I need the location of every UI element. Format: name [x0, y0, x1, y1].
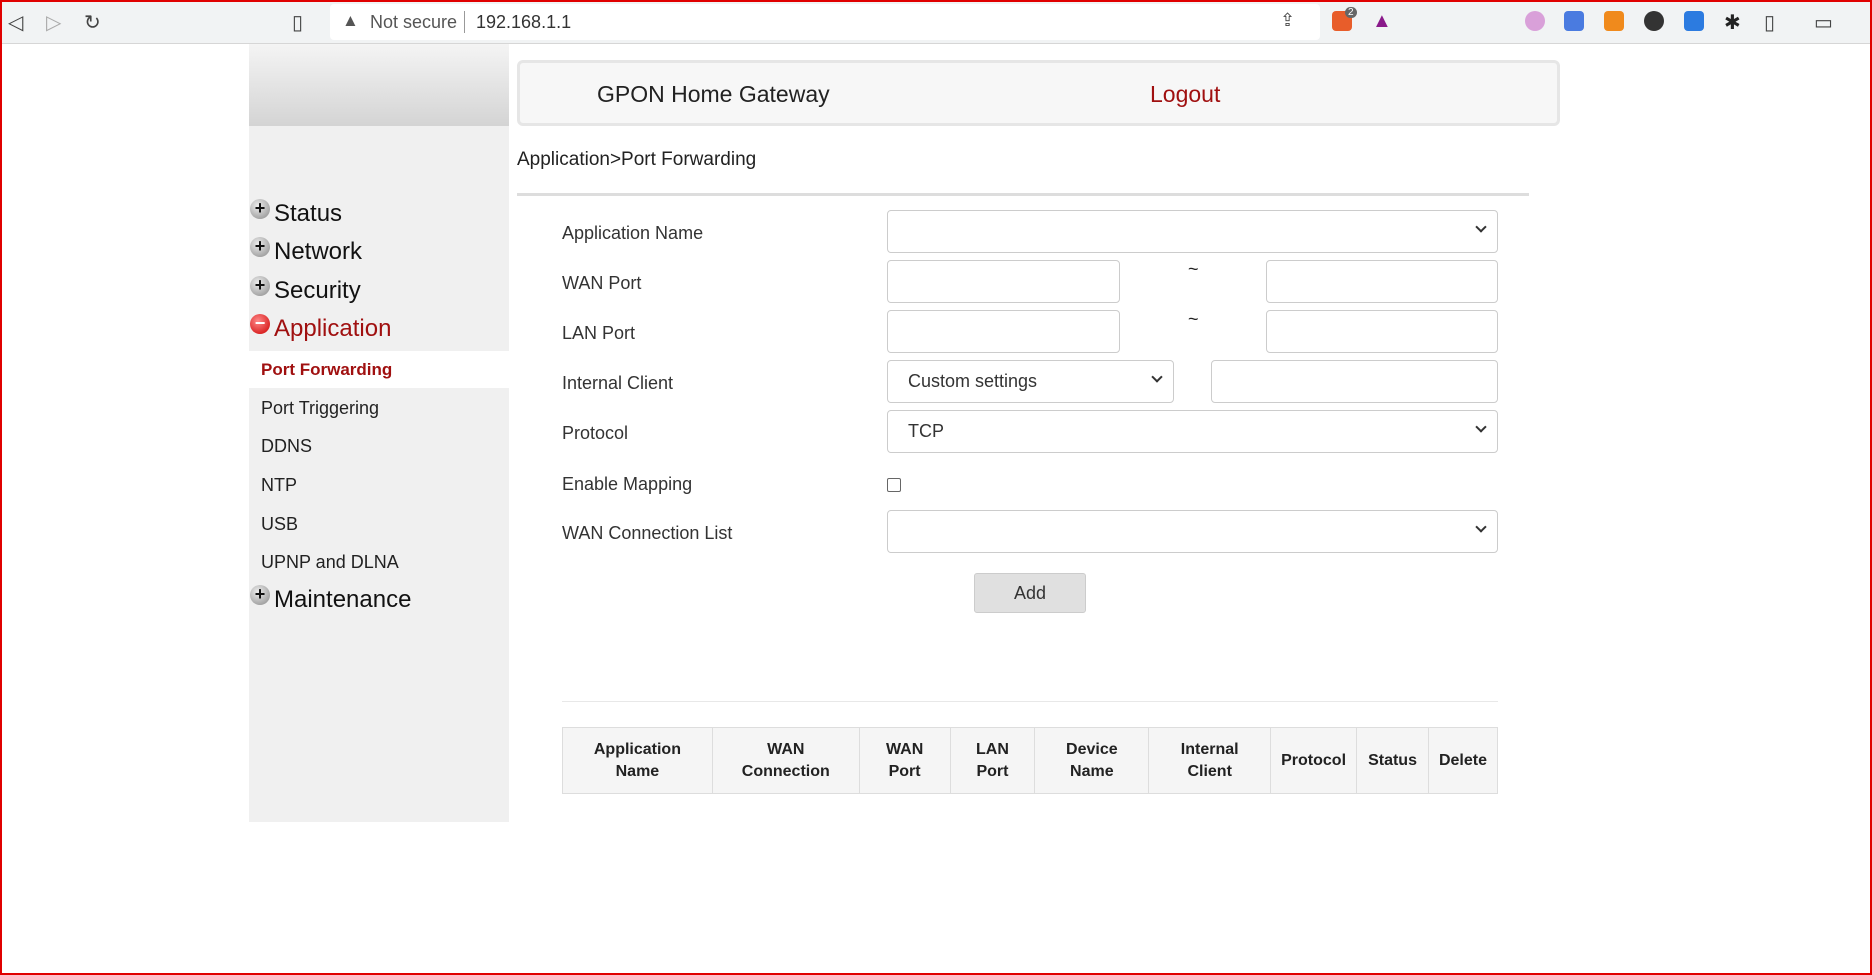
protocol-select[interactable]: TCP	[887, 410, 1498, 453]
sidebar-item-usb[interactable]: USB	[261, 514, 298, 535]
minus-icon: −	[250, 314, 270, 334]
range-separator: ~	[1188, 309, 1199, 329]
port-forwarding-table: Application Name WAN Connection WAN Port LA…	[562, 727, 1499, 794]
translate-icon[interactable]	[1564, 11, 1584, 31]
forward-icon[interactable]: ▷	[46, 10, 61, 35]
wan-port-start-input[interactable]	[887, 260, 1120, 303]
url-text: 192.168.1.1	[476, 12, 572, 32]
internal-client-select[interactable]: Custom settings	[887, 360, 1174, 403]
wan-connection-list-select[interactable]	[887, 510, 1498, 553]
table-header-row: Application Name WAN Connection WAN Port LA…	[562, 727, 1499, 794]
extension-icon[interactable]	[1525, 11, 1545, 31]
enable-mapping-checkbox[interactable]	[887, 478, 901, 492]
enable-mapping-label: Enable Mapping	[562, 474, 693, 494]
range-separator: ~	[1188, 259, 1199, 279]
col-wan-port: WAN Port	[858, 727, 951, 794]
lan-port-end-input[interactable]	[1266, 310, 1498, 353]
col-delete: Delete	[1427, 727, 1499, 794]
sidebar-item-port-forwarding[interactable]: Port Forwarding	[261, 360, 392, 380]
plus-icon: +	[250, 276, 270, 296]
share-icon[interactable]: ⇪	[1280, 10, 1295, 31]
col-protocol: Protocol	[1270, 727, 1358, 794]
col-application-name: Application Name	[562, 727, 713, 794]
menu-network[interactable]: + Network	[250, 237, 363, 266]
protocol-label: Protocol	[562, 423, 629, 443]
page-header: GPON Home Gateway Logout	[517, 60, 1560, 126]
col-status: Status	[1356, 727, 1429, 794]
bookmark-icon[interactable]: ▯	[292, 10, 303, 35]
wallet-icon[interactable]: ▭	[1814, 10, 1833, 35]
address-bar[interactable]: ▲ Not secure 192.168.1.1 ⇪	[330, 4, 1320, 40]
sidebar-item-port-triggering[interactable]: Port Triggering	[261, 398, 379, 419]
sidebar-logo-area	[249, 44, 509, 126]
warning-icon: ▲	[342, 11, 359, 30]
gateway-title: GPON Home Gateway	[597, 81, 830, 107]
application-name-label: Application Name	[562, 223, 704, 243]
not-secure-label: Not secure	[370, 12, 458, 32]
sidebar	[249, 44, 509, 822]
select-value: TCP	[908, 421, 944, 441]
divider	[517, 193, 1529, 196]
col-wan-connection: WAN Connection	[711, 727, 860, 794]
divider	[464, 11, 465, 33]
menu-status[interactable]: + Status	[250, 199, 343, 228]
wan-port-end-input[interactable]	[1266, 260, 1498, 303]
sidebar-item-ddns[interactable]: DDNS	[261, 436, 312, 457]
menu-label: Status	[274, 200, 343, 227]
reload-icon[interactable]: ↻	[84, 10, 101, 35]
menu-label: Network	[274, 238, 363, 265]
internal-client-input[interactable]	[1211, 360, 1498, 403]
browser-toolbar: ◁ ▷ ↻ ▯ ▲ Not secure 192.168.1.1 ⇪ 2 ▲ ✱…	[2, 2, 1870, 44]
sidebar-item-upnp-dlna[interactable]: UPNP and DLNA	[261, 552, 399, 573]
brave-rewards-icon[interactable]: ▲	[1372, 10, 1392, 33]
wan-connection-list-label: WAN Connection List	[562, 523, 733, 543]
chevron-down-icon	[1475, 221, 1487, 233]
hubspot-icon[interactable]	[1604, 11, 1624, 31]
application-name-select[interactable]	[887, 210, 1498, 253]
add-button[interactable]: Add	[974, 573, 1086, 613]
menu-label: Application	[274, 315, 392, 342]
lan-port-label: LAN Port	[562, 323, 636, 343]
menu-security[interactable]: + Security	[250, 276, 361, 305]
menu-label: Security	[274, 277, 361, 304]
puzzle-icon[interactable]: ✱	[1724, 10, 1741, 35]
col-lan-port: LAN Port	[949, 727, 1036, 794]
sidebar-item-ntp[interactable]: NTP	[261, 475, 297, 496]
chevron-down-icon	[1475, 421, 1487, 433]
back-icon[interactable]: ◁	[8, 10, 23, 35]
internal-client-label: Internal Client	[562, 373, 674, 393]
chevron-down-icon	[1151, 371, 1163, 383]
plus-icon: +	[250, 585, 270, 605]
divider	[562, 701, 1498, 702]
col-device-name: Device Name	[1034, 727, 1150, 794]
wan-port-label: WAN Port	[562, 273, 642, 293]
breadcrumb: Application>Port Forwarding	[517, 149, 757, 170]
extension-icon[interactable]	[1684, 11, 1704, 31]
select-value: Custom settings	[908, 371, 1038, 391]
plus-icon: +	[250, 237, 270, 257]
logout-link[interactable]: Logout	[1150, 81, 1220, 108]
brave-badge: 2	[1345, 7, 1357, 18]
sidebar-icon[interactable]: ▯	[1764, 10, 1775, 35]
col-internal-client: Internal Client	[1148, 727, 1272, 794]
plus-icon: +	[250, 199, 270, 219]
menu-label: Maintenance	[274, 586, 412, 613]
chevron-down-icon	[1475, 521, 1487, 533]
menu-maintenance[interactable]: + Maintenance	[250, 585, 412, 614]
lan-port-start-input[interactable]	[887, 310, 1120, 353]
menu-application[interactable]: − Application	[250, 314, 392, 343]
k-extension-icon[interactable]	[1644, 11, 1664, 31]
